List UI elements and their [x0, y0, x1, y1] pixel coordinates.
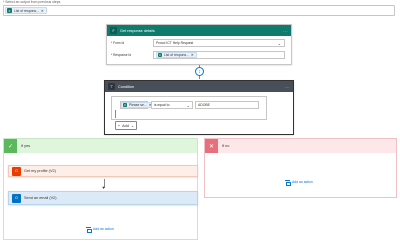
condition-row-group: ≡ Please se... ✕ is equal to ⌄ ADOBE — [111, 96, 267, 120]
response-id-field[interactable]: ≡ List of respons... ✕ — [153, 51, 285, 59]
add-label: Add — [122, 123, 129, 128]
arrow-down-icon: ▼ — [101, 185, 106, 190]
step-title: Get my profile (V2) — [24, 169, 56, 173]
get-response-details-card: F Get response details ... * Form Id Pro… — [106, 24, 292, 65]
add-action-button[interactable]: Add an action — [285, 179, 313, 186]
if-yes-header[interactable]: ✓ If yes — [4, 139, 197, 153]
operator-value: is equal to — [154, 103, 170, 107]
condition-icon: ⊤ — [108, 83, 115, 90]
if-yes-title: If yes — [21, 144, 31, 148]
step-title: Send an email (V2) — [24, 196, 57, 200]
if-no-header[interactable]: ✕ If no — [205, 139, 396, 153]
condition-header[interactable]: ⊤ Condition ... — [105, 81, 293, 92]
select-output-field[interactable]: ≡ List of respons... ✕ — [3, 5, 395, 16]
get-response-details-header[interactable]: F Get response details ... — [107, 25, 291, 36]
response-id-label: * Response Id — [111, 53, 132, 57]
add-action-icon — [86, 226, 92, 233]
add-action-icon — [285, 179, 291, 186]
get-my-profile-header[interactable]: O Get my profile (V2) — [9, 166, 197, 176]
form-id-value: Prosci ICT Help Request — [156, 41, 194, 45]
if-yes-branch: ✓ If yes O Get my profile (V2) ▼ O Send … — [3, 138, 198, 240]
row-connector — [115, 110, 116, 118]
select-output-label: * Select an output from previous steps — [3, 0, 61, 4]
more-options-icon[interactable]: ... — [285, 84, 290, 89]
send-email-card: O Send an email (V2) — [8, 191, 198, 205]
forms-icon: F — [110, 27, 117, 34]
send-email-header[interactable]: O Send an email (V2) — [9, 192, 197, 204]
more-options-icon[interactable]: ... — [283, 28, 288, 33]
output-token[interactable]: ≡ List of respons... ✕ — [5, 7, 47, 14]
add-action-label: Add an action — [93, 226, 114, 231]
office365-users-icon: O — [12, 166, 21, 176]
close-icon: ✕ — [205, 139, 218, 153]
check-icon: ✓ — [4, 139, 17, 153]
condition-left-operand[interactable]: ≡ Please se... ✕ — [120, 101, 155, 109]
add-action-label: Add an action — [292, 179, 313, 184]
card-title: Condition — [118, 84, 135, 89]
insert-step-icon[interactable]: ↕ — [195, 67, 204, 76]
remove-token-icon[interactable]: ✕ — [41, 9, 44, 13]
add-action-button[interactable]: Add an action — [86, 226, 114, 233]
if-no-title: If no — [222, 144, 230, 148]
left-operand-label: Please se... — [129, 103, 147, 107]
condition-value-input[interactable]: ADOBE — [195, 101, 259, 109]
plus-icon: + — [117, 123, 121, 128]
chevron-down-icon: ⌄ — [277, 41, 281, 46]
get-my-profile-card: O Get my profile (V2) — [8, 165, 198, 177]
chevron-down-icon: ⌄ — [186, 103, 190, 108]
condition-operator-dropdown[interactable]: is equal to ⌄ — [151, 101, 193, 109]
response-id-token[interactable]: ≡ List of respons... ✕ — [156, 52, 197, 58]
if-no-branch: ✕ If no Add an action — [204, 138, 397, 198]
remove-token-icon[interactable]: ✕ — [191, 53, 194, 57]
chevron-down-icon: ⌄ — [130, 124, 135, 128]
forms-icon: ≡ — [7, 8, 12, 13]
response-id-token-label: List of respons... — [164, 53, 189, 57]
output-token-label: List of respons... — [14, 8, 39, 13]
form-id-dropdown[interactable]: Prosci ICT Help Request ⌄ — [153, 39, 285, 47]
forms-icon: ≡ — [158, 53, 162, 57]
outlook-icon: O — [12, 193, 21, 203]
forms-icon: ≡ — [123, 103, 127, 107]
form-id-label: * Form Id — [111, 41, 125, 45]
left-operand-token[interactable]: ≡ Please se... ✕ — [121, 102, 155, 108]
card-title: Get response details — [120, 28, 155, 33]
add-condition-button[interactable]: + Add ⌄ — [115, 121, 137, 130]
condition-card: ⊤ Condition ... ≡ Please se... ✕ is equa… — [104, 80, 294, 135]
condition-value: ADOBE — [198, 103, 210, 107]
